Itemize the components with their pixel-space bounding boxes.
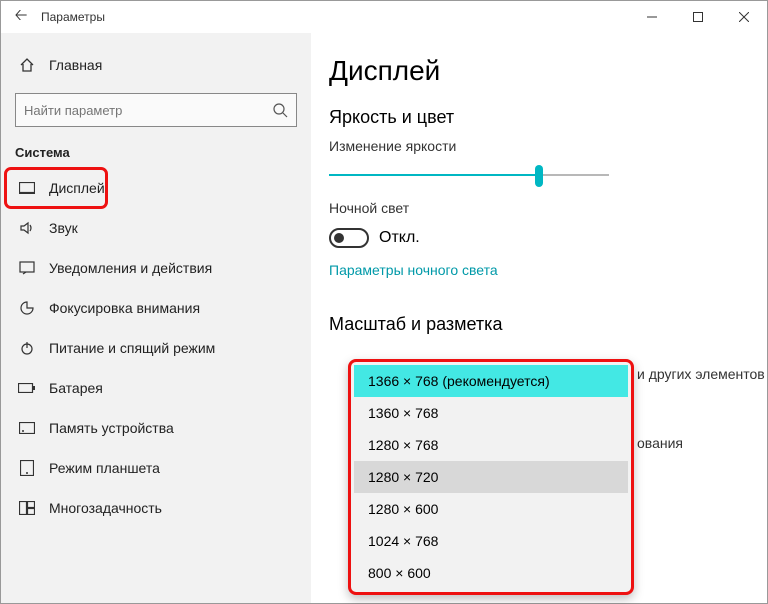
tablet-icon [15,460,39,476]
brightness-label: Изменение яркости [329,138,767,154]
resolution-option[interactable]: 1280 × 768 [354,429,628,461]
sidebar-item-battery[interactable]: Батарея [1,368,311,408]
window-title: Параметры [33,10,629,24]
sidebar-item-label: Фокусировка внимания [39,300,200,316]
resolution-option[interactable]: 1280 × 600 [354,493,628,525]
display-icon [15,182,39,194]
battery-icon [15,383,39,393]
titlebar: 🡠 Параметры [1,1,767,33]
nightlight-toggle[interactable] [329,228,369,248]
sidebar-item-label: Память устройства [39,420,174,436]
slider-thumb[interactable] [535,165,543,187]
nightlight-label: Ночной свет [329,200,767,216]
sidebar-section-heading: Система [1,145,311,168]
sound-icon [15,220,39,236]
sidebar-item-multitask[interactable]: Многозадачность [1,488,311,528]
sidebar-item-notifications[interactable]: Уведомления и действия [1,248,311,288]
focus-icon [15,300,39,316]
sidebar-item-tablet[interactable]: Режим планшета [1,448,311,488]
sidebar: Главная Система Дисплей Звук [1,33,311,603]
sidebar-item-sound[interactable]: Звук [1,208,311,248]
sidebar-item-label: Многозадачность [39,500,162,516]
home-icon [15,57,39,73]
storage-icon [15,422,39,434]
cut-link-scaling[interactable]: ования [637,435,683,451]
sidebar-home[interactable]: Главная [1,45,311,85]
sidebar-item-label: Режим планшета [39,460,160,476]
close-button[interactable] [721,1,767,33]
nightlight-settings-link[interactable]: Параметры ночного света [329,262,498,278]
sidebar-item-label: Батарея [39,380,103,396]
maximize-button[interactable] [675,1,721,33]
page-title: Дисплей [329,55,767,87]
resolution-option[interactable]: 1280 × 720 [354,461,628,493]
sidebar-item-display[interactable]: Дисплей [5,168,107,208]
power-icon [15,340,39,356]
brightness-slider[interactable] [329,174,609,176]
resolution-option[interactable]: 1360 × 768 [354,397,628,429]
sidebar-item-label: Уведомления и действия [39,260,212,276]
search-icon [272,102,288,118]
sidebar-item-focus[interactable]: Фокусировка внимания [1,288,311,328]
sidebar-item-label: Звук [39,220,78,236]
slider-fill [329,174,539,176]
sidebar-item-label: Главная [39,57,102,73]
toggle-state-label: Откл. [379,229,420,247]
resolution-option[interactable]: 800 × 600 [354,557,628,589]
resolution-option[interactable]: 1024 × 768 [354,525,628,557]
sidebar-item-label: Питание и спящий режим [39,340,215,356]
search-input[interactable] [24,103,272,118]
toggle-knob [334,233,344,243]
section-scale: Масштаб и разметка [329,314,767,335]
back-button[interactable]: 🡠 [9,4,33,31]
sidebar-item-storage[interactable]: Память устройства [1,408,311,448]
cut-text-elements: и других элементов [637,366,765,382]
sidebar-item-label: Дисплей [39,180,105,196]
resolution-option[interactable]: 1366 × 768 (рекомендуется) [354,365,628,397]
multitask-icon [15,501,39,515]
minimize-button[interactable] [629,1,675,33]
notifications-icon [15,261,39,275]
section-brightness: Яркость и цвет [329,107,767,128]
search-input-wrapper[interactable] [15,93,297,127]
sidebar-item-power[interactable]: Питание и спящий режим [1,328,311,368]
resolution-dropdown-open[interactable]: 1366 × 768 (рекомендуется) 1360 × 768 12… [348,359,634,595]
